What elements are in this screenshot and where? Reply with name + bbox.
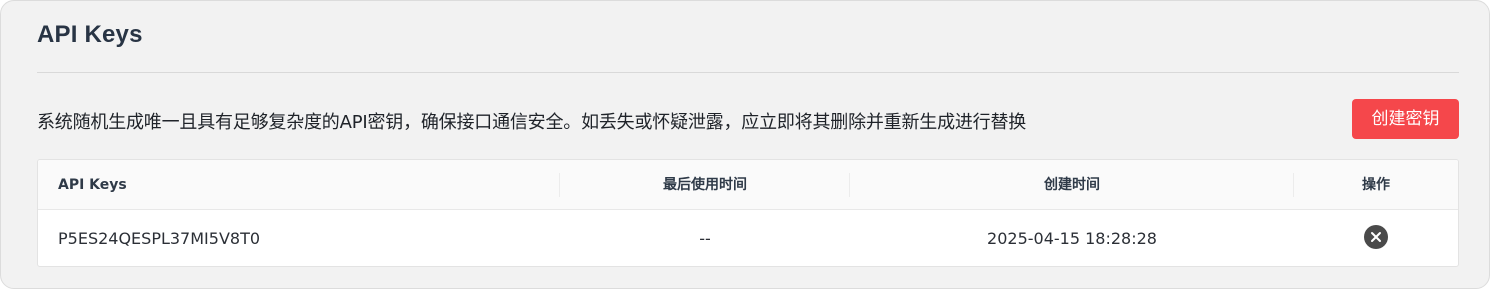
last-used-value: -- bbox=[699, 229, 711, 248]
panel-description: 系统随机生成唯一且具有足够复杂度的API密钥，确保接口通信安全。如丢失或怀疑泄露… bbox=[37, 112, 1027, 133]
title-divider bbox=[37, 72, 1459, 73]
table-header: API Keys 最后使用时间 创建时间 操作 bbox=[38, 160, 1458, 210]
created-time-value: 2025-04-15 18:28:28 bbox=[987, 229, 1157, 248]
column-header-created: 创建时间 bbox=[1044, 177, 1100, 193]
create-key-button[interactable]: 创建密钥 bbox=[1352, 99, 1459, 139]
close-circle-icon[interactable] bbox=[1364, 224, 1388, 249]
column-header-actions: 操作 bbox=[1362, 177, 1390, 193]
column-header-last-used: 最后使用时间 bbox=[663, 177, 747, 193]
api-keys-panel: API Keys 系统随机生成唯一且具有足够复杂度的API密钥，确保接口通信安全… bbox=[0, 0, 1490, 289]
table-row: P5ES24QESPL37MI5V8T0 -- 2025-04-15 18:28… bbox=[38, 210, 1458, 266]
panel-title: API Keys bbox=[37, 21, 143, 48]
actions-cell bbox=[1294, 210, 1458, 266]
column-header-api-keys: API Keys bbox=[58, 177, 127, 193]
api-keys-table: API Keys 最后使用时间 创建时间 操作 P5ES24QESPL37MI5… bbox=[37, 159, 1459, 267]
api-key-value: P5ES24QESPL37MI5V8T0 bbox=[58, 229, 261, 248]
